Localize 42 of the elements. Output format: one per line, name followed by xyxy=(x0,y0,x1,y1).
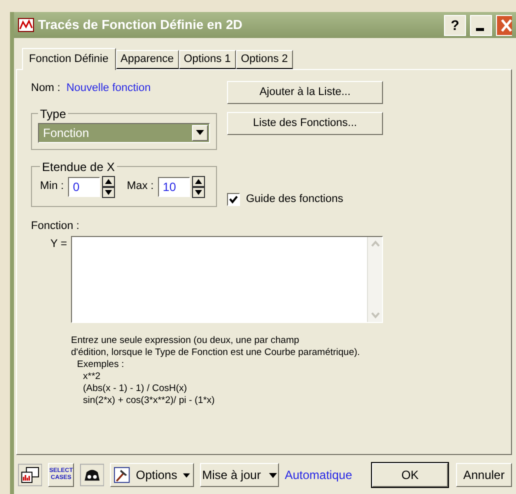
max-field[interactable]: 10 xyxy=(158,176,190,196)
spin-arrows-icon[interactable] xyxy=(192,176,205,198)
close-icon[interactable] xyxy=(496,14,512,36)
group-legend: Type xyxy=(38,104,68,122)
ok-button[interactable]: OK xyxy=(372,463,448,487)
spin-arrows-icon[interactable] xyxy=(102,176,115,198)
tab[interactable]: Apparence xyxy=(116,50,179,69)
update-button[interactable]: Mise à jour xyxy=(200,463,279,487)
expression-field[interactable] xyxy=(71,236,383,323)
caret-icon xyxy=(268,472,277,478)
tab[interactable]: Options 2 xyxy=(236,50,293,69)
minimize-icon[interactable] xyxy=(470,14,492,36)
chart-icon xyxy=(18,18,34,32)
help-text: Entrez une seule expression (ou deux, une par champ xyxy=(71,335,300,347)
list-button[interactable]: Liste des Fonctions... xyxy=(227,112,383,135)
example-expression: sin(2*x) + cos(3*x**2)/ pi - (1*x) xyxy=(83,395,216,407)
min-field[interactable]: 0 xyxy=(68,176,100,196)
min-label: Min : xyxy=(40,179,64,194)
example-expression: (Abs(x - 1) - 1) / CosH(x) xyxy=(83,383,188,395)
group-legend: Etendue de X xyxy=(40,158,117,176)
hammer-icon xyxy=(114,466,130,484)
chart-window-icon[interactable] xyxy=(18,463,42,487)
examples-label: Exemples : xyxy=(77,359,125,371)
help-text: d'édition, lorsque le Type de Fonction est une Courbe paramétrique). xyxy=(71,347,361,359)
help-button[interactable]: ? xyxy=(444,14,466,36)
example-expression: x**2 xyxy=(83,371,102,383)
tab[interactable]: Fonction Définie xyxy=(22,48,116,70)
name-value: Nouvelle fonction xyxy=(66,81,151,96)
list-button[interactable]: Ajouter à la Liste... xyxy=(227,81,383,104)
y-label: Y = xyxy=(49,237,67,252)
cancel-button[interactable]: Annuler xyxy=(456,463,512,487)
check-icon xyxy=(229,194,238,204)
guide-checkbox[interactable]: Guide des fonctions xyxy=(227,191,383,208)
max-label: Max : xyxy=(126,179,154,194)
tab[interactable]: Options 1 xyxy=(178,50,236,69)
window-title: Tracés de Fonction Définie en 2D xyxy=(38,16,244,34)
name-label: Nom : xyxy=(31,81,60,96)
function-label: Fonction : xyxy=(31,218,80,234)
caret-icon xyxy=(183,472,190,478)
update-mode: Automatique xyxy=(284,467,352,484)
options-button[interactable]: Options xyxy=(110,463,194,487)
dropdown-arrow-icon xyxy=(196,130,204,135)
